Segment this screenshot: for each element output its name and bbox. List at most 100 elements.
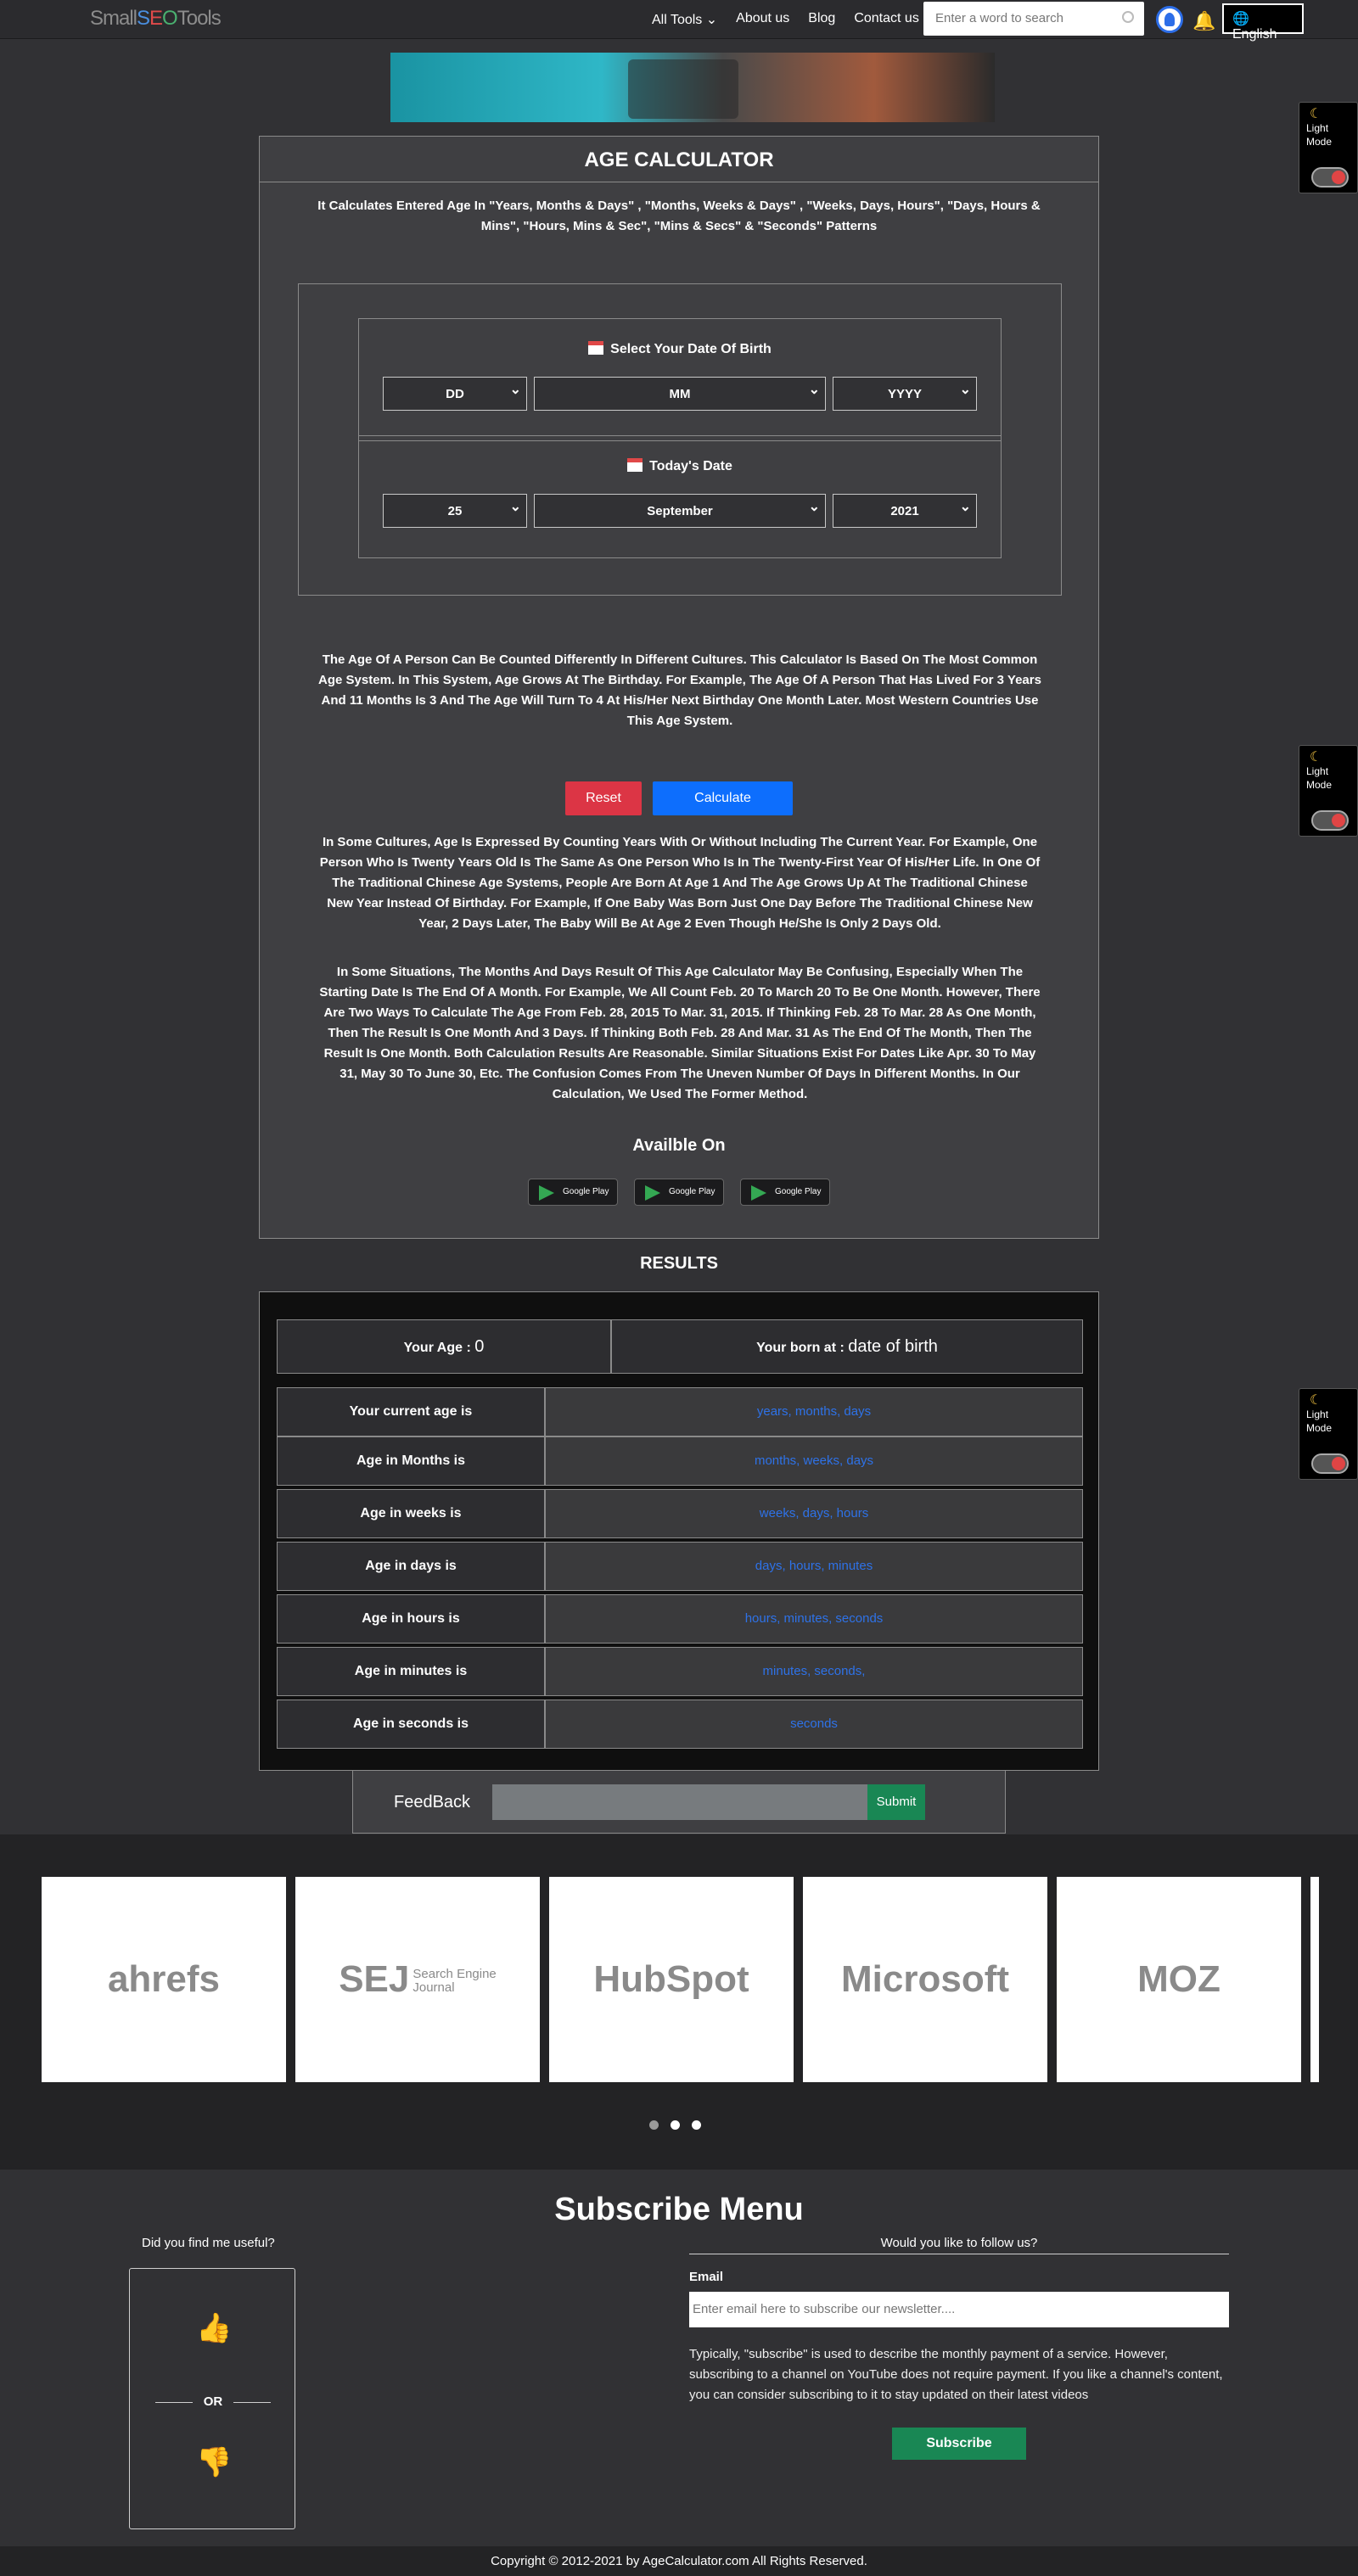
light-mode-label: Light xyxy=(1306,122,1329,134)
google-play-badge[interactable]: Google Play xyxy=(634,1179,724,1206)
your-age-value: 0 xyxy=(474,1337,485,1356)
carousel-dots xyxy=(649,2120,701,2130)
born-at-value: date of birth xyxy=(848,1337,938,1356)
carousel-dot[interactable] xyxy=(671,2120,680,2130)
partner-name: MOZ xyxy=(1137,1958,1221,2000)
results-panel: Your Age : 0 Your born at : date of birt… xyxy=(259,1291,1099,1771)
calendar-icon xyxy=(627,458,643,472)
info-paragraph: In Some Situations, The Months And Days … xyxy=(319,965,1041,1101)
globe-icon: 🌐 xyxy=(1232,12,1249,26)
partner-name: ahrefs xyxy=(107,1958,221,2000)
table-row: Age in weeks is weeks, days, hours xyxy=(277,1489,1083,1538)
feedback-submit-button[interactable]: Submit xyxy=(867,1784,925,1820)
search-input[interactable]: Enter a word to search xyxy=(923,2,1144,36)
table-row: Age in days is days, hours, minutes xyxy=(277,1542,1083,1591)
light-mode-widget: ☾ Light Mode xyxy=(1299,102,1358,193)
nav-blog[interactable]: Blog xyxy=(808,11,835,28)
thumbs-up-icon[interactable]: 👍 xyxy=(196,2311,232,2345)
bell-icon[interactable]: 🔔 xyxy=(1192,10,1215,32)
badge-label: Google Play xyxy=(775,1187,822,1196)
moon-icon: ☾ xyxy=(1310,107,1322,121)
your-age-label: Your Age : xyxy=(403,1341,475,1355)
google-play-badge[interactable]: Google Play xyxy=(528,1179,618,1206)
nav-all-tools[interactable]: All Tools ⌄ xyxy=(652,11,717,28)
lightbulb-icon[interactable] xyxy=(1156,6,1183,33)
calculator-subtitle: It Calculates Entered Age In "Years, Mon… xyxy=(317,199,1041,233)
follow-question: Would you like to follow us? xyxy=(689,2236,1229,2254)
subscribe-section: Subscribe Menu Did you find me useful? 👍… xyxy=(0,2170,1358,2546)
email-field[interactable]: Enter email here to subscribe our newsle… xyxy=(689,2292,1229,2327)
calculate-button[interactable]: Calculate xyxy=(653,781,793,815)
feedback-bar: FeedBack Submit xyxy=(352,1771,1006,1834)
today-year-value: 2021 xyxy=(890,504,919,518)
feedback-input[interactable] xyxy=(492,1784,867,1820)
result-key: Age in seconds is xyxy=(277,1700,545,1749)
logo-letter-s: S xyxy=(137,7,150,30)
carousel-dot[interactable] xyxy=(649,2120,659,2130)
sej-subtitle-line: Search Engine xyxy=(412,1967,497,1982)
dob-heading: Select Your Date Of Birth xyxy=(359,341,1001,357)
born-at-label: Your born at : xyxy=(756,1341,849,1355)
table-row: Your current age is years, months, days xyxy=(277,1387,1083,1436)
dob-day-select[interactable]: DD xyxy=(383,377,527,411)
language-button[interactable]: 🌐 English xyxy=(1222,3,1304,42)
today-year-select[interactable]: 2021 xyxy=(833,494,977,528)
light-mode-widget: ☾ Light Mode xyxy=(1299,1388,1358,1480)
partner-name: HubSpot xyxy=(593,1958,749,2000)
logo-letter-o: O xyxy=(162,7,178,30)
partner-logo-microsoft[interactable]: Microsoft xyxy=(803,1877,1047,2082)
age-summary-row: Your Age : 0 Your born at : date of birt… xyxy=(277,1319,1083,1374)
result-key: Age in Months is xyxy=(277,1436,545,1486)
copyright-text: Copyright © 2012-2021 by AgeCalculator.c… xyxy=(491,2554,867,2568)
footer: Copyright © 2012-2021 by AgeCalculator.c… xyxy=(0,2546,1358,2576)
nav-contact-us[interactable]: Contact us xyxy=(854,11,918,28)
light-mode-label: Mode xyxy=(1306,779,1333,791)
reset-button[interactable]: Reset xyxy=(565,781,642,815)
today-month-select[interactable]: September xyxy=(534,494,826,528)
dob-section: Select Your Date Of Birth DD MM YYYY xyxy=(358,318,1002,441)
badge-label: Google Play xyxy=(669,1187,715,1196)
dob-month-value: MM xyxy=(669,387,691,401)
light-mode-toggle[interactable] xyxy=(1311,1453,1349,1474)
top-navbar: SmallSEOTools All Tools ⌄ About us Blog … xyxy=(0,0,1358,42)
subscribe-description: Typically, "subscribe" is used to descri… xyxy=(689,2347,1223,2402)
thumbs-down-icon[interactable]: 👎 xyxy=(196,2445,232,2479)
table-row: Age in seconds is seconds xyxy=(277,1700,1083,1749)
result-value: months, weeks, days xyxy=(545,1436,1083,1486)
partner-name: SEJ xyxy=(339,1958,410,2000)
born-at-cell: Your born at : date of birth xyxy=(611,1319,1083,1374)
partner-name: Microsoft xyxy=(841,1958,1009,2000)
subscribe-button[interactable]: Subscribe xyxy=(892,2428,1026,2460)
result-value: years, months, days xyxy=(545,1387,1083,1436)
carousel-dot[interactable] xyxy=(692,2120,701,2130)
light-mode-toggle[interactable] xyxy=(1311,167,1349,188)
available-on-heading: Availble On xyxy=(632,1136,726,1155)
badge-label: Google Play xyxy=(563,1187,609,1196)
today-day-select[interactable]: 25 xyxy=(383,494,527,528)
partner-logo-ahrefs[interactable]: ahrefs xyxy=(42,1877,286,2082)
partner-logo-next[interactable] xyxy=(1310,1877,1319,2082)
moon-icon: ☾ xyxy=(1310,750,1322,764)
email-label: Email xyxy=(689,2270,724,2284)
partner-logo-sej[interactable]: SEJ Search Engine Journal xyxy=(295,1877,540,2082)
nav-about-us[interactable]: About us xyxy=(736,11,789,28)
date-form: Select Your Date Of Birth DD MM YYYY Tod… xyxy=(298,283,1062,596)
search-icon[interactable] xyxy=(1122,11,1134,23)
partner-logo-hubspot[interactable]: HubSpot xyxy=(549,1877,794,2082)
feedback-label: FeedBack xyxy=(394,1793,471,1812)
light-mode-toggle[interactable] xyxy=(1311,810,1349,831)
dob-year-select[interactable]: YYYY xyxy=(833,377,977,411)
light-mode-label: Mode xyxy=(1306,136,1333,148)
logo-text-small: Small xyxy=(90,7,137,30)
dob-day-value: DD xyxy=(446,387,464,401)
dob-month-select[interactable]: MM xyxy=(534,377,826,411)
result-key: Age in minutes is xyxy=(277,1647,545,1696)
site-logo[interactable]: SmallSEOTools xyxy=(90,7,222,31)
dob-label: Select Your Date Of Birth xyxy=(610,342,772,356)
partner-logo-moz[interactable]: MOZ xyxy=(1057,1877,1301,2082)
result-value: days, hours, minutes xyxy=(545,1542,1083,1591)
result-key: Your current age is xyxy=(277,1387,545,1436)
nav-links: All Tools ⌄ About us Blog Contact us xyxy=(652,11,919,28)
google-play-badge[interactable]: Google Play xyxy=(740,1179,830,1206)
or-divider: OR xyxy=(155,2394,271,2409)
